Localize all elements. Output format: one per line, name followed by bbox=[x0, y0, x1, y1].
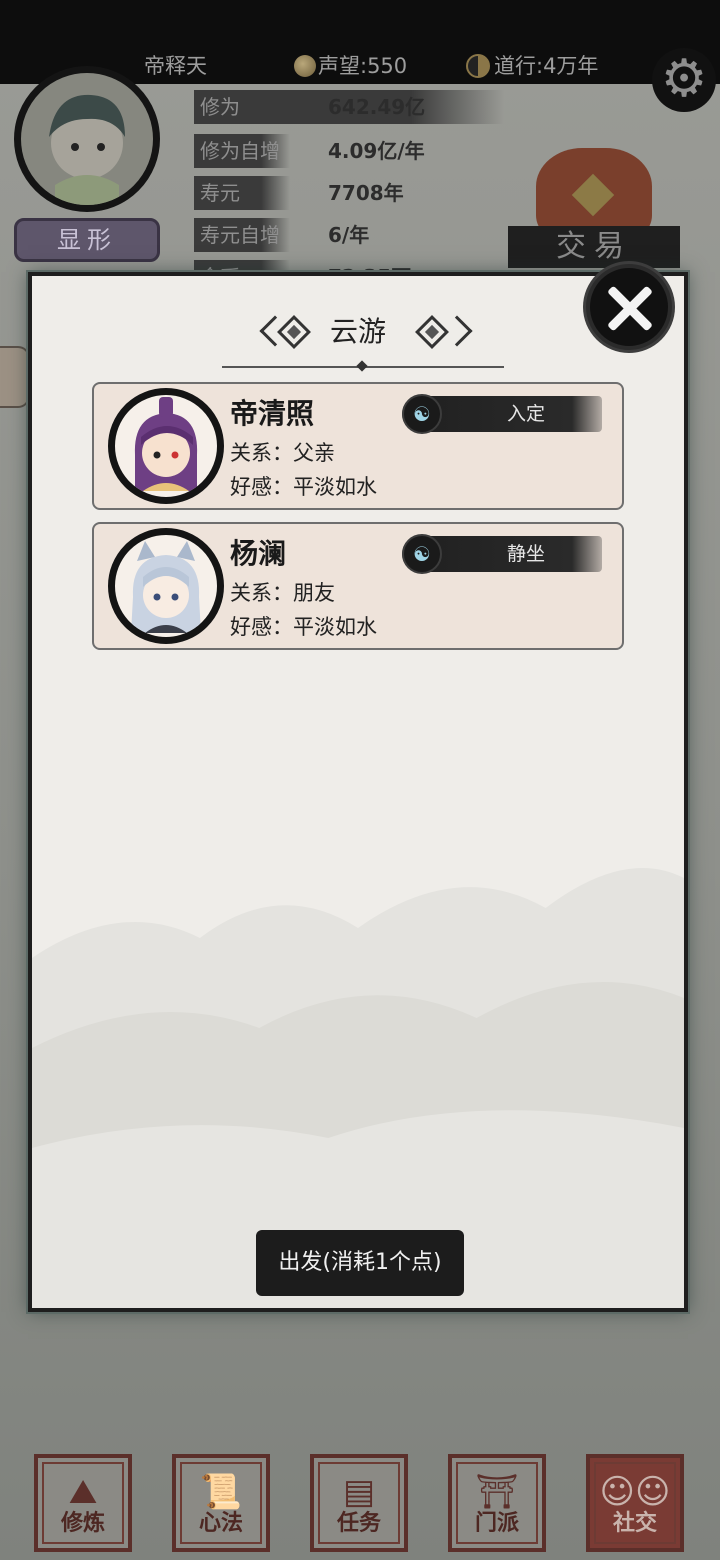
scroll-icon: 📜 bbox=[199, 1472, 243, 1512]
people-icon: ☺☺ bbox=[599, 1472, 671, 1512]
nav-heart-method[interactable]: 📜 心法 bbox=[172, 1454, 270, 1552]
character-name: 帝清照 bbox=[230, 397, 315, 430]
show-form-button[interactable]: 显形 bbox=[14, 218, 160, 262]
character-card[interactable]: 杨澜 ☯ 静坐 关系：朋友 好感：平淡如水 bbox=[92, 522, 624, 650]
yinyang-icon bbox=[466, 54, 490, 78]
travel-dialog: 云游 帝清照 ☯ 入定 关系：父亲 好感：平淡如水 杨澜 ☯ 静坐 关系：朋友 … bbox=[28, 272, 688, 1312]
stat-cultivation: 修为 642.49亿 bbox=[194, 90, 614, 126]
gate-icon: ⛩ bbox=[475, 1472, 519, 1512]
player-avatar[interactable] bbox=[14, 66, 160, 212]
trade-button[interactable]: 交易 bbox=[508, 226, 680, 268]
settings-gear-icon[interactable]: ⚙ bbox=[652, 48, 716, 112]
title-divider bbox=[222, 366, 504, 368]
side-tab[interactable] bbox=[0, 346, 30, 408]
coin-icon bbox=[294, 55, 316, 77]
meditation-icon: ☯ bbox=[402, 534, 442, 574]
mountain-icon: ⛰ bbox=[68, 1472, 98, 1512]
meditation-state-badge: ☯ 静坐 bbox=[402, 534, 602, 574]
meditation-icon: ☯ bbox=[402, 394, 442, 434]
nav-social[interactable]: ☺☺ 社交 bbox=[586, 1454, 684, 1552]
nav-tasks[interactable]: ▤ 任务 bbox=[310, 1454, 408, 1552]
nav-cultivate[interactable]: ⛰ 修炼 bbox=[34, 1454, 132, 1552]
nav-sect[interactable]: ⛩ 门派 bbox=[448, 1454, 546, 1552]
dao-display: 道行:4万年 bbox=[466, 52, 598, 80]
character-relation: 关系：父亲 bbox=[230, 441, 335, 465]
close-icon[interactable] bbox=[586, 264, 672, 350]
dialog-title: 云游 bbox=[329, 315, 386, 348]
character-relation: 关系：朋友 bbox=[230, 581, 335, 605]
character-avatar bbox=[108, 388, 224, 504]
character-avatar bbox=[108, 528, 224, 644]
character-affinity: 好感：平淡如水 bbox=[230, 615, 377, 639]
reputation-display: 声望:550 bbox=[294, 52, 407, 80]
meditation-state-badge: ☯ 入定 bbox=[402, 394, 602, 434]
character-affinity: 好感：平淡如水 bbox=[230, 475, 377, 499]
depart-button[interactable]: 出发(消耗1个点) bbox=[256, 1230, 464, 1296]
book-icon: ▤ bbox=[342, 1472, 376, 1512]
player-name: 帝释天 bbox=[144, 54, 207, 78]
character-card[interactable]: 帝清照 ☯ 入定 关系：父亲 好感：平淡如水 bbox=[92, 382, 624, 510]
character-name: 杨澜 bbox=[230, 537, 287, 570]
